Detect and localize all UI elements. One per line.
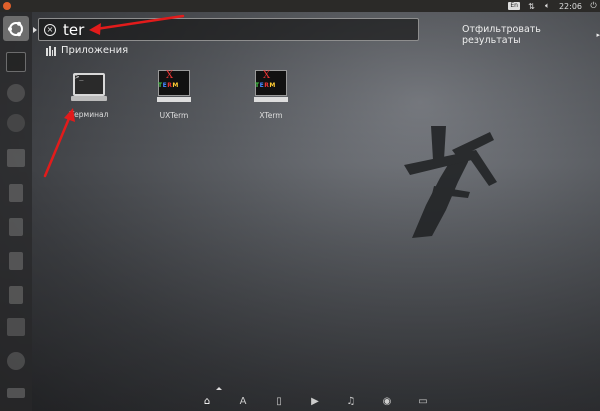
result-label: UXTerm bbox=[159, 111, 189, 120]
launcher-active-pip bbox=[33, 27, 37, 33]
terminal-icon: >_ bbox=[69, 68, 109, 103]
filter-results-button[interactable]: Отфильтровать результаты ▸ bbox=[462, 24, 600, 46]
volume-icon[interactable]: 🔈︎ bbox=[543, 1, 552, 11]
amazon-icon bbox=[7, 317, 25, 336]
launcher-amazon[interactable] bbox=[3, 314, 29, 339]
chevron-right-icon: ▸ bbox=[596, 31, 600, 39]
document-icon bbox=[9, 217, 23, 236]
dash-search-box[interactable]: × bbox=[38, 18, 419, 41]
apps-lens-icon[interactable]: A bbox=[236, 395, 250, 409]
launcher-document[interactable] bbox=[3, 214, 29, 239]
disk-icon bbox=[7, 387, 25, 398]
launcher-disk[interactable] bbox=[3, 380, 29, 405]
launcher-settings[interactable] bbox=[3, 348, 29, 373]
filter-results-label: Отфильтровать результаты bbox=[462, 24, 541, 46]
dash-home-button[interactable] bbox=[3, 16, 29, 41]
launcher-files[interactable] bbox=[3, 145, 29, 170]
files-lens-icon[interactable]: ▯ bbox=[272, 395, 286, 409]
xterm-icon: X TERM bbox=[155, 68, 193, 104]
thunderbird-icon bbox=[7, 113, 25, 132]
launcher-impress[interactable] bbox=[3, 282, 29, 307]
launcher-terminal[interactable] bbox=[3, 49, 29, 74]
top-panel: En ⇅ 🔈︎ 22:06 ⏻ bbox=[0, 0, 600, 12]
lens-bar: ⌂ A ▯ ▶ ♫ ◉ ▭ bbox=[200, 392, 430, 411]
settings-icon bbox=[7, 351, 25, 370]
launcher-writer[interactable] bbox=[3, 180, 29, 205]
clock[interactable]: 22:06 bbox=[559, 2, 582, 11]
category-header: Приложения bbox=[61, 45, 129, 56]
music-lens-icon[interactable]: ♫ bbox=[344, 395, 358, 409]
launcher-calc[interactable] bbox=[3, 248, 29, 273]
document-icon bbox=[9, 183, 23, 202]
desktop-background bbox=[0, 0, 600, 411]
launcher-firefox[interactable] bbox=[3, 80, 29, 105]
terminal-icon bbox=[6, 51, 26, 72]
keyboard-layout-indicator[interactable]: En bbox=[508, 2, 520, 10]
xterm-icon: X TERM bbox=[252, 68, 290, 104]
photo-lens-icon[interactable]: ◉ bbox=[380, 395, 394, 409]
result-xterm[interactable]: X TERM XTerm bbox=[236, 68, 306, 120]
launcher bbox=[0, 12, 32, 411]
active-lens-marker bbox=[216, 387, 222, 390]
spreadsheet-icon bbox=[9, 251, 23, 270]
social-lens-icon[interactable]: ▭ bbox=[416, 395, 430, 409]
result-terminal[interactable]: >_ Терминал bbox=[54, 68, 124, 119]
launcher-thunderbird[interactable] bbox=[3, 110, 29, 135]
files-icon bbox=[7, 148, 25, 167]
home-lens-icon[interactable]: ⌂ bbox=[200, 395, 214, 409]
result-label: XTerm bbox=[259, 111, 283, 120]
video-lens-icon[interactable]: ▶ bbox=[308, 395, 322, 409]
result-label: Терминал bbox=[69, 110, 109, 119]
applications-category-icon bbox=[46, 46, 56, 56]
firefox-icon bbox=[7, 83, 25, 102]
search-input[interactable] bbox=[63, 20, 403, 39]
presentation-icon bbox=[9, 285, 23, 304]
clear-search-icon[interactable]: × bbox=[44, 24, 56, 36]
ubuntu-dash-icon bbox=[8, 21, 23, 36]
power-icon[interactable]: ⏻ bbox=[589, 1, 598, 11]
result-uxterm[interactable]: X TERM UXTerm bbox=[139, 68, 209, 120]
network-icon[interactable]: ⇅ bbox=[527, 2, 536, 11]
close-dash-button[interactable] bbox=[3, 2, 11, 10]
